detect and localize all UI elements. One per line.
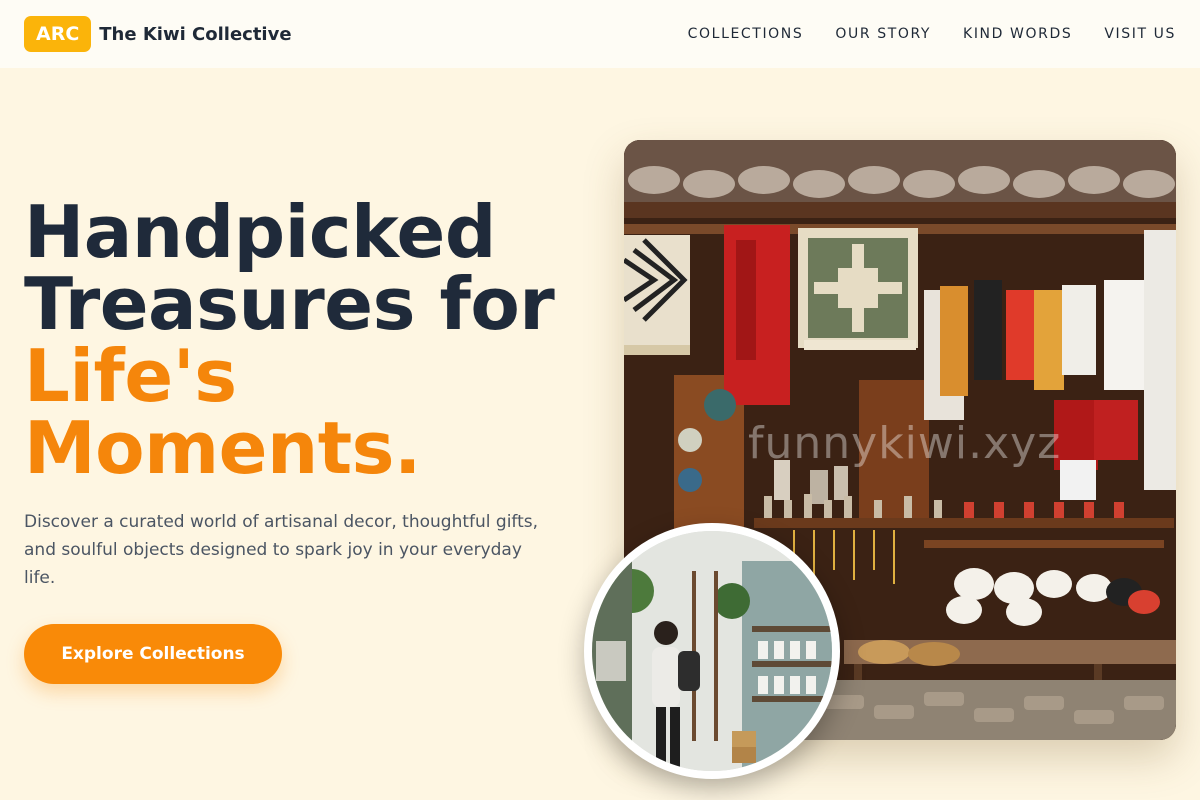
nav-link-kind-words[interactable]: KIND WORDS bbox=[963, 26, 1072, 42]
nav-link-visit-us[interactable]: VISIT US bbox=[1104, 26, 1176, 42]
image-watermark: funnykiwi.xyz bbox=[748, 418, 1062, 469]
logo-badge[interactable]: ARC bbox=[24, 16, 92, 52]
site-header: ARC The Kiwi Collective COLLECTIONS OUR … bbox=[0, 0, 1200, 68]
hero-title: Handpicked Treasures for Life's Moments. bbox=[24, 196, 604, 484]
shop-interior-photo bbox=[584, 523, 840, 779]
hero-title-accent: Life's bbox=[24, 334, 237, 418]
hero-description: Discover a curated world of artisanal de… bbox=[24, 512, 539, 588]
nav-link-collections[interactable]: COLLECTIONS bbox=[688, 26, 804, 42]
hero-title-accent: Moments. bbox=[24, 406, 421, 490]
hero-title-line: Handpicked bbox=[24, 190, 496, 274]
nav-link-our-story[interactable]: OUR STORY bbox=[835, 26, 931, 42]
brand[interactable]: ARC The Kiwi Collective bbox=[24, 16, 292, 52]
main-nav: COLLECTIONS OUR STORY KIND WORDS VISIT U… bbox=[688, 26, 1176, 42]
brand-name[interactable]: The Kiwi Collective bbox=[99, 24, 291, 45]
hero-title-line: Treasures for bbox=[24, 262, 555, 346]
explore-collections-button[interactable]: Explore Collections bbox=[24, 624, 282, 684]
